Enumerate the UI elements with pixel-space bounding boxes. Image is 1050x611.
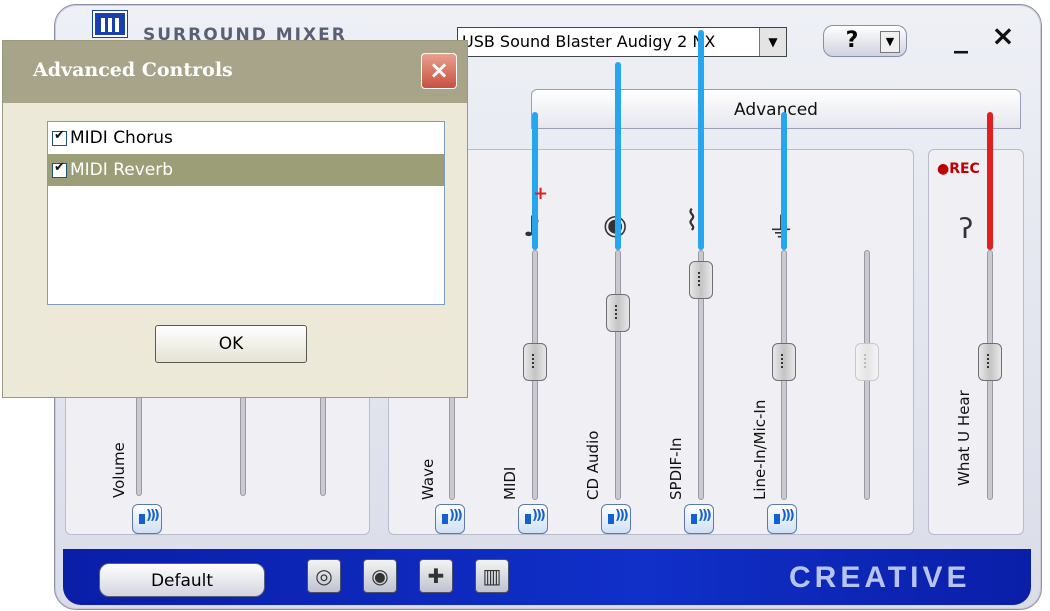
- slider-thumb[interactable]: [772, 343, 796, 381]
- volume-label: Volume: [110, 442, 128, 498]
- creative-logo: CREATIVE: [789, 561, 971, 594]
- source-label-wave: Wave: [419, 458, 437, 500]
- source-label-midi: MIDI: [501, 466, 519, 500]
- help-button[interactable]: ? ▼: [823, 25, 907, 57]
- help-label: ?: [845, 28, 859, 53]
- chevron-down-icon[interactable]: ▼: [759, 28, 786, 56]
- source-label-line-in: Line-In/Mic-In: [751, 399, 769, 500]
- source-label-cd-audio: CD Audio: [584, 430, 602, 500]
- midi-chorus-checkbox[interactable]: [52, 128, 67, 146]
- midi-reverb-checkbox[interactable]: [52, 160, 67, 178]
- speaker-ring-icon[interactable]: ◎: [307, 559, 341, 593]
- bottom-toolbar: Default ◎ ◉ ✚ ▥ CREATIVE: [63, 549, 1031, 605]
- slider-fill: [615, 62, 621, 250]
- cd-audio-mute-button[interactable]: [601, 504, 631, 534]
- default-button[interactable]: Default: [99, 563, 265, 597]
- volume-mute-button[interactable]: [132, 504, 162, 534]
- device-select[interactable]: USB Sound Blaster Audigy 2 NX ▼: [457, 27, 787, 57]
- close-button[interactable]: ×: [985, 19, 1021, 57]
- midi-mute-button[interactable]: [518, 504, 548, 534]
- wave-mute-button[interactable]: [435, 504, 465, 534]
- line-in-mute-button[interactable]: [767, 504, 797, 534]
- equalizer-icon[interactable]: ▥: [475, 559, 509, 593]
- slider-fill: [987, 112, 993, 250]
- record-panel: ʔ What U Hear: [928, 112, 1024, 535]
- list-item-label: MIDI Chorus: [70, 128, 173, 148]
- spdif-in-mute-button[interactable]: [684, 504, 714, 534]
- add-speaker-icon[interactable]: ✚: [419, 559, 453, 593]
- device-select-value: USB Sound Blaster Audigy 2 NX: [462, 32, 716, 51]
- slider-thumb[interactable]: [523, 343, 547, 381]
- list-item-midi-reverb[interactable]: MIDI Reverb: [48, 154, 444, 186]
- dialog-title-bar[interactable]: Advanced Controls ×: [3, 41, 467, 103]
- slider-thumb[interactable]: [689, 261, 713, 299]
- tab-advanced[interactable]: Advanced: [531, 89, 1021, 129]
- slider-thumb[interactable]: [606, 294, 630, 332]
- source-label-spdif-in: SPDIF-In: [667, 437, 685, 500]
- slider-thumb: [855, 343, 879, 381]
- spdif-plug-icon: ⌇: [685, 204, 699, 237]
- mixer-logo-icon: [92, 10, 128, 38]
- slider-fill: [698, 30, 704, 250]
- record-indicator: ●REC: [937, 161, 980, 177]
- slider-fill: [781, 112, 787, 250]
- what-u-hear-label: What U Hear: [955, 390, 973, 486]
- advanced-controls-dialog: Advanced Controls × MIDI Chorus MIDI Rev…: [2, 40, 468, 398]
- chevron-down-icon[interactable]: ▼: [880, 31, 900, 53]
- ear-icon: ʔ: [959, 212, 974, 245]
- dialog-title: Advanced Controls: [33, 59, 233, 81]
- speaker-icon[interactable]: ◉: [363, 559, 397, 593]
- slider-fill: [532, 112, 538, 250]
- list-item-midi-chorus[interactable]: MIDI Chorus: [48, 122, 444, 154]
- list-item-label: MIDI Reverb: [70, 160, 173, 180]
- slider-thumb[interactable]: [978, 343, 1002, 381]
- slider-track: [615, 250, 621, 500]
- ok-button[interactable]: OK: [155, 325, 307, 363]
- minimize-button[interactable]: _: [945, 21, 977, 57]
- advanced-controls-list: MIDI Chorus MIDI Reverb: [47, 121, 445, 305]
- midi-advanced-indicator-icon: +: [533, 183, 549, 204]
- dialog-close-button[interactable]: ×: [421, 53, 457, 89]
